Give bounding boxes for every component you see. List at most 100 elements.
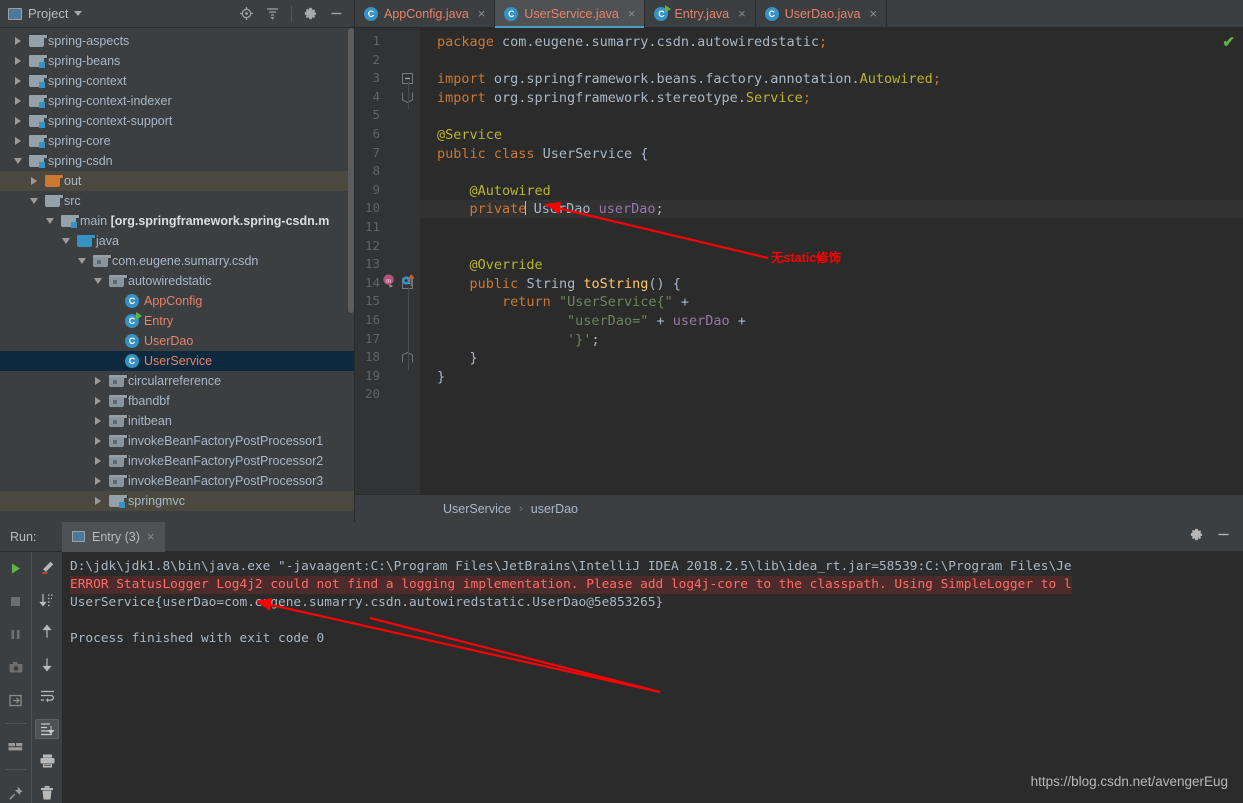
- project-tree[interactable]: spring-aspects spring-beans spring-context…: [0, 28, 354, 522]
- implementing-member-icon[interactable]: [401, 273, 416, 291]
- minimize-icon[interactable]: [329, 6, 344, 21]
- chevron-right-icon[interactable]: [95, 477, 101, 485]
- editor-gutter[interactable]: 1 2 3 4 5 6 7 8 9 10 11 12 13 14 15 16 17 18 19 20 m: [355, 28, 420, 494]
- chevron-right-icon[interactable]: [15, 37, 21, 45]
- tree-node-spring-beans[interactable]: spring-beans: [0, 51, 354, 71]
- up-icon[interactable]: [35, 622, 59, 642]
- collapse-all-icon[interactable]: [265, 6, 280, 21]
- chevron-right-icon[interactable]: [95, 497, 101, 505]
- tree-node-spring-csdn[interactable]: spring-csdn: [0, 151, 354, 171]
- tree-node-invokebeanfactorypostprocessor3[interactable]: invokeBeanFactoryPostProcessor3: [0, 471, 354, 491]
- twisty[interactable]: [10, 57, 26, 65]
- project-title-group[interactable]: Project: [8, 6, 83, 21]
- twisty[interactable]: [90, 457, 106, 465]
- editor-tab-userservice[interactable]: C UserService.java ×: [495, 0, 646, 28]
- pause-icon[interactable]: [4, 624, 28, 645]
- twisty[interactable]: [26, 198, 42, 204]
- run-tab-entry[interactable]: Entry (3) ×: [62, 521, 165, 552]
- twisty[interactable]: [10, 117, 26, 125]
- chevron-right-icon[interactable]: [95, 397, 101, 405]
- close-icon[interactable]: ×: [147, 529, 155, 544]
- chevron-right-icon[interactable]: [15, 117, 21, 125]
- chevron-right-icon[interactable]: [15, 97, 21, 105]
- pin-icon[interactable]: [4, 782, 28, 803]
- trash-icon[interactable]: [35, 783, 59, 803]
- gear-icon[interactable]: [1189, 527, 1204, 547]
- chevron-down-icon[interactable]: [46, 218, 54, 224]
- console-output[interactable]: D:\jdk\jdk1.8\bin\java.exe "-javaagent:C…: [62, 552, 1243, 803]
- chevron-down-icon[interactable]: [78, 258, 86, 264]
- twisty[interactable]: [26, 177, 42, 185]
- breadcrumb-member[interactable]: userDao: [531, 502, 578, 516]
- close-icon[interactable]: ×: [738, 6, 746, 21]
- tree-node-autowiredstatic[interactable]: autowiredstatic: [0, 271, 354, 291]
- tree-node-spring-aspects[interactable]: spring-aspects: [0, 31, 354, 51]
- tree-node-invokebeanfactorypostprocessor1[interactable]: invokeBeanFactoryPostProcessor1: [0, 431, 354, 451]
- tree-node-spring-core[interactable]: spring-core: [0, 131, 354, 151]
- chevron-right-icon[interactable]: [95, 457, 101, 465]
- chevron-down-icon[interactable]: [30, 198, 38, 204]
- layout-icon[interactable]: [4, 736, 28, 757]
- tree-node-spring-context[interactable]: spring-context: [0, 71, 354, 91]
- twisty[interactable]: [90, 278, 106, 284]
- chevron-right-icon[interactable]: [15, 77, 21, 85]
- tree-node-userdao[interactable]: C UserDao: [0, 331, 354, 351]
- twisty[interactable]: [90, 417, 106, 425]
- twisty[interactable]: [74, 258, 90, 264]
- chevron-down-icon[interactable]: [94, 278, 102, 284]
- tree-node-fbandbf[interactable]: fbandbf: [0, 391, 354, 411]
- tree-node-springmvc[interactable]: springmvc: [0, 491, 354, 511]
- inspection-status-icon[interactable]: ✔: [1222, 33, 1235, 51]
- twisty[interactable]: [90, 377, 106, 385]
- close-icon[interactable]: ×: [478, 6, 486, 21]
- down-icon[interactable]: [35, 654, 59, 674]
- minimize-icon[interactable]: [1216, 527, 1231, 547]
- twisty[interactable]: [90, 397, 106, 405]
- editor-tab-userdao[interactable]: C UserDao.java ×: [756, 0, 888, 27]
- stop-icon[interactable]: [4, 591, 28, 612]
- tree-node-com-eugene-sumarry-csdn[interactable]: com.eugene.sumarry.csdn: [0, 251, 354, 271]
- camera-icon[interactable]: [4, 657, 28, 678]
- tree-node-appconfig[interactable]: C AppConfig: [0, 291, 354, 311]
- project-tree-scrollbar[interactable]: [348, 28, 354, 313]
- twisty[interactable]: [90, 497, 106, 505]
- soft-wrap-icon[interactable]: [35, 686, 59, 706]
- tree-node-invokebeanfactorypostprocessor2[interactable]: invokeBeanFactoryPostProcessor2: [0, 451, 354, 471]
- chevron-down-icon[interactable]: [74, 11, 83, 16]
- editor-tab-entry[interactable]: C Entry.java ×: [645, 0, 756, 27]
- tree-node-out[interactable]: out: [0, 171, 354, 191]
- tree-node-entry[interactable]: C Entry: [0, 311, 354, 331]
- chevron-down-icon[interactable]: [14, 158, 22, 164]
- twisty[interactable]: [10, 77, 26, 85]
- twisty[interactable]: [42, 218, 58, 224]
- chevron-down-icon[interactable]: [62, 238, 70, 244]
- tree-node-userservice[interactable]: C UserService: [0, 351, 354, 371]
- chevron-right-icon[interactable]: [95, 417, 101, 425]
- chevron-right-icon[interactable]: [95, 377, 101, 385]
- export-icon[interactable]: [4, 690, 28, 711]
- tree-node-java[interactable]: java: [0, 231, 354, 251]
- twisty[interactable]: [10, 158, 26, 164]
- tree-node-initbean[interactable]: initbean: [0, 411, 354, 431]
- twisty[interactable]: [90, 437, 106, 445]
- close-icon[interactable]: ×: [869, 6, 877, 21]
- close-icon[interactable]: ×: [628, 6, 636, 21]
- twisty[interactable]: [10, 97, 26, 105]
- scroll-to-end-icon[interactable]: [35, 718, 59, 739]
- breadcrumb-class[interactable]: UserService: [443, 502, 511, 516]
- chevron-right-icon[interactable]: [15, 57, 21, 65]
- tree-node-spring-context-support[interactable]: spring-context-support: [0, 111, 354, 131]
- twisty[interactable]: [90, 477, 106, 485]
- tree-node-circularreference[interactable]: circularreference: [0, 371, 354, 391]
- fold-column[interactable]: [398, 28, 420, 494]
- chevron-right-icon[interactable]: [95, 437, 101, 445]
- edit-icon[interactable]: [35, 558, 59, 578]
- chevron-right-icon[interactable]: [31, 177, 37, 185]
- print-icon[interactable]: [35, 751, 59, 771]
- twisty[interactable]: [58, 238, 74, 244]
- gear-icon[interactable]: [303, 6, 318, 21]
- tree-node-src[interactable]: src: [0, 191, 354, 211]
- twisty[interactable]: [10, 137, 26, 145]
- locate-icon[interactable]: [239, 6, 254, 21]
- overridden-method-icon[interactable]: m: [382, 273, 397, 291]
